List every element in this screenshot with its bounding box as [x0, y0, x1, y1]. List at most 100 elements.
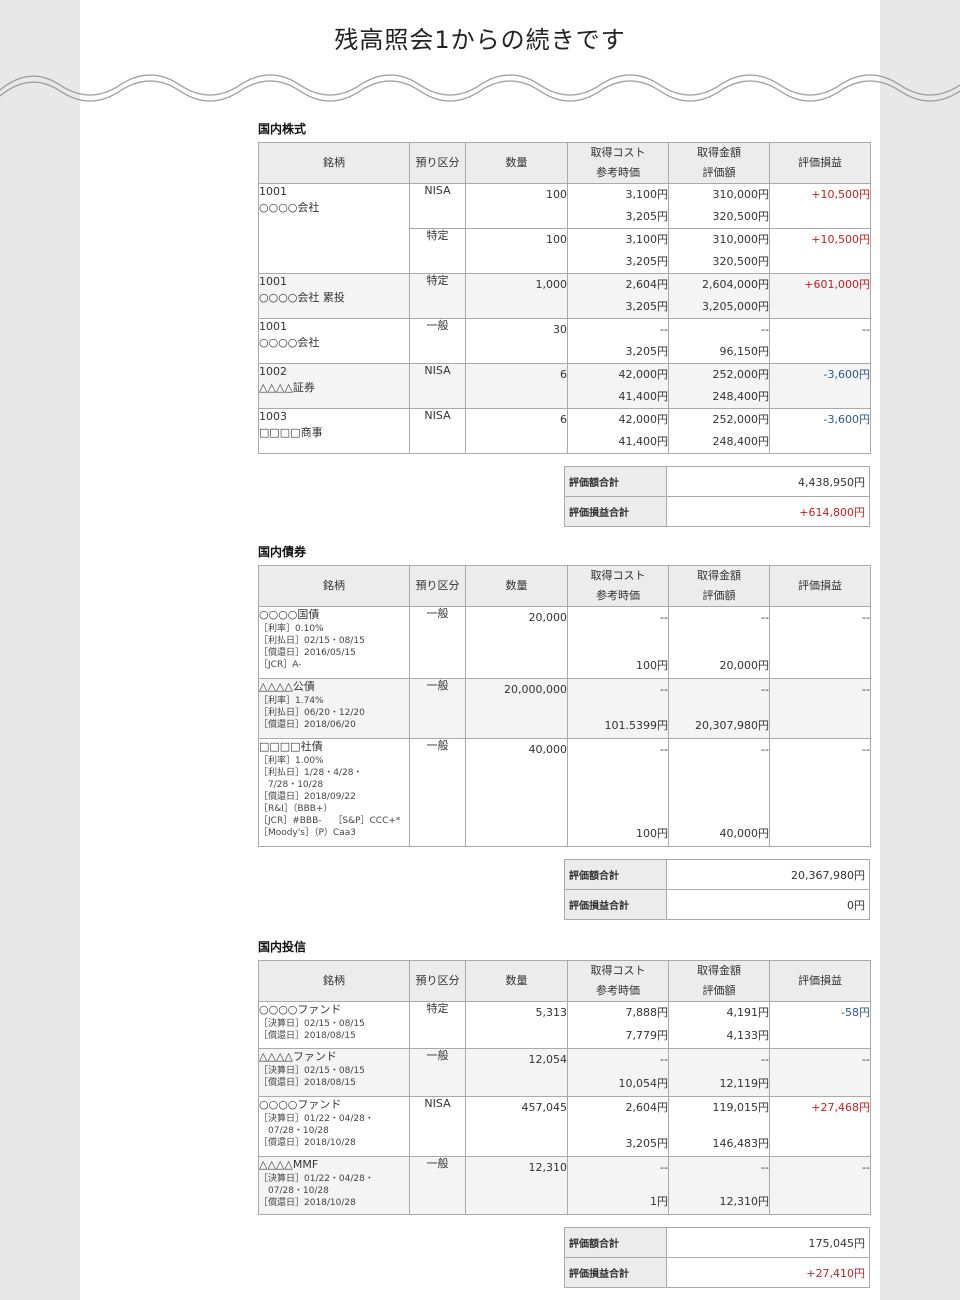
security-detail: ［決算日］01/22・04/28・ [259, 1174, 374, 1184]
acquisition-cost: 3,100円 [625, 233, 669, 246]
cost-price-cell: 3,100円 3,205円 [567, 183, 669, 229]
column-header: 取得コスト 参考時価 [567, 960, 669, 1002]
reference-price: 7,779円 [625, 1029, 669, 1042]
acquisition-cost: -- [660, 683, 668, 696]
reference-price: 100円 [636, 827, 668, 840]
amount-cell: -- 12,310円 [668, 1156, 770, 1215]
quantity: 5,313 [535, 1006, 568, 1019]
security-name-2: ○○○○会社 [259, 201, 320, 214]
profit-loss-cell: -- [769, 1156, 871, 1215]
column-header: 取得コスト 参考時価 [567, 565, 669, 607]
holdings-section: 国内投信 銘柄 預り区分 数量 取得コスト 参考時価 取得金額 評価額 評価損益 ○○○○ファンド… [258, 940, 871, 1288]
column-header-label: 数量 [505, 974, 528, 987]
quantity: 12,054 [528, 1053, 568, 1066]
security-detail: ［R&I］（BBB+） [259, 804, 333, 814]
valuation: 20,307,980円 [695, 719, 769, 732]
acquisition-amount: 252,000円 [712, 413, 770, 426]
quantity-cell: 457,045 [465, 1096, 568, 1157]
cost-price-cell: 42,000円 41,400円 [567, 408, 669, 454]
acquisition-amount: -- [761, 1053, 769, 1066]
acquisition-amount: 310,000円 [712, 188, 770, 201]
security-detail: ［JCR］A- [259, 660, 302, 670]
valuation: 248,400円 [712, 390, 770, 403]
column-header-label: 参考時価 [596, 166, 640, 179]
quantity: 100 [546, 233, 567, 246]
profit-loss-cell: -- [769, 678, 871, 739]
quantity: 20,000 [528, 611, 568, 624]
amount-cell: -- 20,000円 [668, 606, 770, 679]
account-type: 特定 [409, 228, 466, 274]
summary-value: 0円 [666, 889, 870, 920]
table-row: 1001 ○○○○会社 一般 30 -- 3,205円 -- 96,150円 -- [258, 318, 871, 364]
reference-price: 3,205円 [625, 1137, 669, 1150]
profit-loss-cell: -58円 [769, 1001, 871, 1049]
column-header-label: 評価損益 [798, 156, 842, 169]
summary-value: 4,438,950円 [666, 466, 870, 497]
amount-cell: -- 12,119円 [668, 1048, 770, 1097]
summary-label: 評価損益合計 [564, 496, 667, 527]
summary-value: 175,045円 [666, 1227, 870, 1258]
summary-row: 評価額合計 4,438,950円 [564, 466, 870, 497]
column-header: 銘柄 [258, 960, 410, 1002]
security-detail: ［償還日］2018/10/28 [259, 1198, 356, 1208]
acquisition-amount: 252,000円 [712, 368, 770, 381]
security-detail: ［利払日］06/20・12/20 [259, 708, 365, 718]
security-detail: ［決算日］01/22・04/28・ [259, 1114, 374, 1124]
security-name-2: ○○○○会社 累投 [259, 291, 345, 304]
profit-loss-cell: -- [769, 606, 871, 679]
amount-cell: 310,000円 320,500円 [668, 183, 770, 229]
summary-value: 20,367,980円 [666, 859, 870, 890]
holdings-table: 銘柄 預り区分 数量 取得コスト 参考時価 取得金額 評価額 評価損益 ○○○○国債 ［利率］0.… [258, 565, 871, 847]
account-type: 特定 [409, 1001, 466, 1049]
security-detail: ［利率］1.00% [259, 756, 324, 766]
acquisition-amount: 2,604,000円 [702, 278, 769, 291]
table-row: ○○○○ファンド ［決算日］02/15・08/15 ［償還日］2018/08/15 特… [258, 1001, 871, 1049]
acquisition-amount: -- [761, 743, 769, 756]
reference-price: 100円 [636, 659, 668, 672]
profit-loss: -- [862, 743, 870, 756]
summary-label: 評価損益合計 [564, 1257, 667, 1288]
profit-loss-cell: +27,468円 [769, 1096, 871, 1157]
acquisition-cost: -- [660, 743, 668, 756]
security-name: ○○○○ファンド [259, 1003, 342, 1016]
quantity: 6 [560, 413, 567, 426]
column-header-label: 銘柄 [323, 156, 345, 169]
amount-cell: 2,604,000円 3,205,000円 [668, 273, 770, 319]
summary-label: 評価額合計 [564, 859, 667, 890]
profit-loss: -- [862, 323, 870, 336]
column-header-label: 評価額 [702, 166, 736, 179]
profit-loss: +10,500円 [811, 188, 870, 201]
summary-value: +27,410円 [666, 1257, 870, 1288]
cost-price-cell: -- 1円 [567, 1156, 669, 1215]
column-header-label: 取得金額 [697, 964, 741, 977]
amount-cell: 310,000円 320,500円 [668, 228, 770, 274]
security-name: 1001 [259, 275, 287, 288]
amount-cell: 4,191円 4,133円 [668, 1001, 770, 1049]
account-type: 一般 [409, 738, 466, 847]
security-name-cell: 1002 △△△△証券 [258, 363, 410, 409]
amount-cell: -- 96,150円 [668, 318, 770, 364]
quantity: 20,000,000 [504, 683, 567, 696]
profit-loss-cell: -3,600円 [769, 363, 871, 409]
amount-cell: -- 20,307,980円 [668, 678, 770, 739]
profit-loss: -- [862, 611, 870, 624]
quantity: 12,310 [528, 1161, 568, 1174]
column-header-label: 預り区分 [415, 974, 460, 987]
wavy-divider [0, 74, 960, 102]
security-detail: ［決算日］02/15・08/15 [259, 1066, 365, 1076]
table-header-row: 銘柄 預り区分 数量 取得コスト 参考時価 取得金額 評価額 評価損益 [258, 565, 871, 607]
summary-row: 評価損益合計 0円 [564, 889, 870, 920]
reference-price: 101.5399円 [604, 719, 669, 732]
security-name-cell: ○○○○ファンド ［決算日］01/22・04/28・ 07/28・10/28 ［償還… [258, 1096, 410, 1157]
valuation: 12,310円 [719, 1195, 770, 1208]
account-type: 一般 [409, 318, 466, 364]
account-type: NISA [409, 408, 466, 454]
table-row: 1002 △△△△証券 NISA 6 42,000円 41,400円 252,000円 248… [258, 363, 871, 409]
quantity-cell: 20,000,000 [465, 678, 568, 739]
profit-loss: +10,500円 [811, 233, 870, 246]
security-name-cell: △△△△ファンド ［決算日］02/15・08/15 ［償還日］2018/08/15 [258, 1048, 410, 1097]
column-header-label: 取得コスト [590, 569, 646, 582]
table-row: 1001 ○○○○会社 累投 特定 1,000 2,604円 3,205円 2,604,00… [258, 273, 871, 319]
quantity-cell: 6 [465, 408, 568, 454]
column-header-label: 預り区分 [415, 156, 460, 169]
